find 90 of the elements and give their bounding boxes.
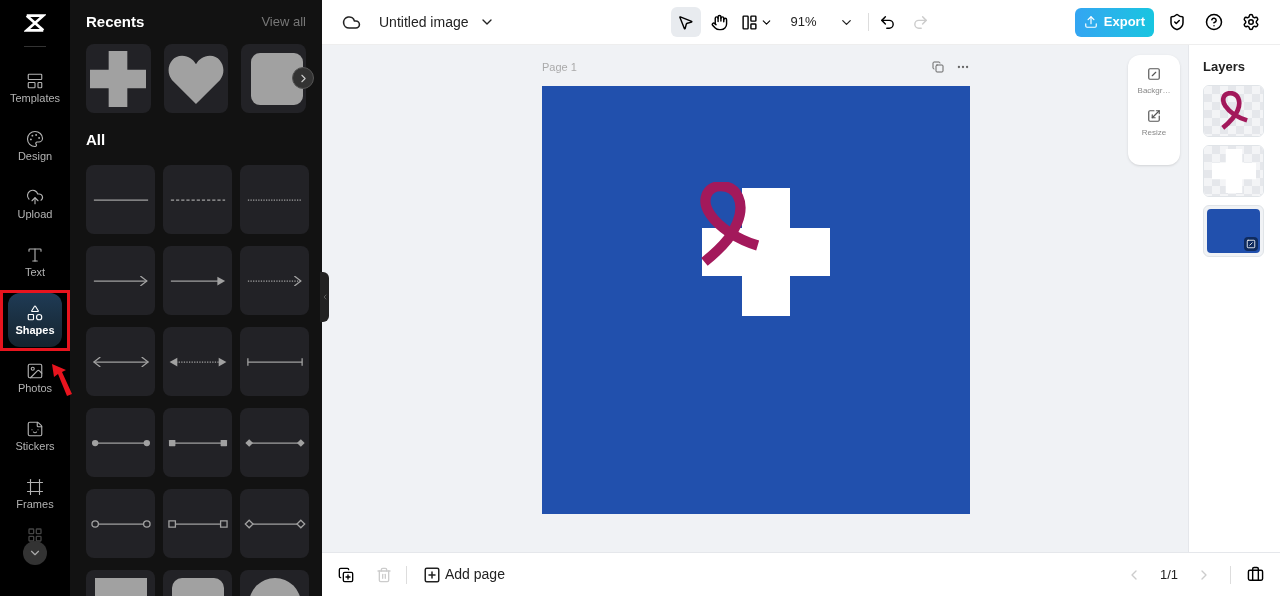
hand-icon: [711, 13, 728, 31]
next-button[interactable]: [292, 67, 314, 89]
text-icon: [26, 246, 44, 264]
add-page-icon: [423, 565, 441, 584]
layer-thumbnail[interactable]: [1203, 84, 1264, 137]
logo-icon: [24, 12, 46, 34]
collapse-handle[interactable]: [320, 272, 329, 322]
sidebar-item[interactable]: Stickers: [8, 409, 62, 463]
shape-tile[interactable]: [240, 489, 309, 558]
zoom-dropdown[interactable]: 91%: [790, 12, 854, 32]
expand-button[interactable]: [23, 541, 47, 565]
shape-tile[interactable]: [86, 408, 155, 477]
title-dropdown[interactable]: Untitled image: [379, 11, 495, 33]
cross-shape: [1211, 148, 1256, 193]
duplicate-icon: [338, 566, 354, 583]
shapes-icon: [26, 304, 44, 322]
cross-shape-icon: [90, 50, 147, 107]
tool-button[interactable]: Backgr…: [1137, 67, 1171, 97]
shape-tile[interactable]: [240, 246, 309, 315]
shape-tile[interactable]: [163, 327, 232, 396]
hatched-square-icon: [1246, 238, 1256, 249]
sidebar-item[interactable]: Frames: [8, 467, 62, 521]
add-page-button[interactable]: Add page: [423, 564, 505, 585]
square-ends-shape-icon: [166, 437, 229, 448]
bag-button[interactable]: [1247, 566, 1264, 583]
annotation-arrow: [50, 362, 74, 398]
layers-title: Layers: [1203, 58, 1246, 76]
sticker-icon: [26, 420, 44, 438]
sidebar-item[interactable]: Text: [8, 235, 62, 289]
tool-button[interactable]: Resize: [1141, 109, 1167, 139]
diamond-ends-shape-icon: [243, 437, 306, 448]
dot-ends-shape-icon: [89, 437, 152, 448]
shape-tile[interactable]: [163, 489, 232, 558]
shield-button[interactable]: [1168, 13, 1186, 31]
shape-tile[interactable]: [240, 408, 309, 477]
layer-thumbnail[interactable]: [1203, 204, 1264, 257]
image-icon: [26, 362, 44, 380]
shape-tile[interactable]: [240, 165, 309, 234]
section-title: All: [86, 129, 106, 150]
ribbon-shape: [1218, 90, 1249, 131]
settings-icon: [1242, 13, 1260, 31]
shape-tile[interactable]: [163, 408, 232, 477]
square-outline-ends-shape-icon: [166, 518, 229, 529]
bag-icon: [1247, 566, 1264, 583]
design-icon: [26, 130, 44, 148]
resize-icon: [1147, 109, 1161, 123]
page-label: Page 1: [542, 60, 577, 75]
copy-icon: [932, 61, 944, 74]
shape-tile[interactable]: [86, 327, 155, 396]
trash-icon: [376, 566, 392, 583]
settings-button[interactable]: [1242, 13, 1260, 31]
shape-tile[interactable]: [86, 246, 155, 315]
shape-tile[interactable]: [163, 44, 229, 113]
undo-icon: [878, 13, 896, 31]
layout-icon: [740, 13, 758, 31]
upload-icon: [26, 188, 44, 206]
page-counter: 1/1: [1159, 565, 1178, 584]
help-icon: [1205, 13, 1223, 31]
shape-tile[interactable]: [163, 165, 232, 234]
sidebar-item[interactable]: Shapes: [8, 293, 62, 347]
frame-icon: [26, 478, 44, 496]
layer-thumbnail[interactable]: [1203, 144, 1264, 197]
help-button[interactable]: [1205, 13, 1223, 31]
highlight-frame: [0, 290, 70, 351]
shape-tile[interactable]: [86, 489, 155, 558]
templates-icon: [26, 72, 44, 90]
view-all-link[interactable]: View all: [261, 12, 306, 32]
hatched-square-icon: [1147, 67, 1161, 81]
diamond-outline-ends-shape-icon: [243, 518, 306, 529]
select-tool-button[interactable]: [670, 7, 701, 37]
shape-tile[interactable]: [241, 44, 306, 113]
shape-tile[interactable]: [240, 327, 309, 396]
shape-tile[interactable]: [86, 44, 151, 113]
redo-icon: [911, 13, 929, 31]
sidebar-item[interactable]: Design: [8, 119, 62, 173]
pointer-icon: [677, 13, 694, 31]
circle-outline-ends-shape-icon: [89, 518, 152, 529]
upload-icon: [1083, 15, 1098, 29]
heart-shape-icon: [168, 53, 224, 104]
undo-button[interactable]: [878, 13, 896, 31]
sidebar-item[interactable]: Photos: [8, 351, 62, 405]
sidebar-item[interactable]: Templates: [8, 61, 62, 115]
sidebar-item[interactable]: Upload: [8, 177, 62, 231]
section-title: Recents: [86, 11, 145, 32]
shape-tile[interactable]: [86, 165, 155, 234]
shape-tile[interactable]: [163, 246, 232, 315]
rounded-square-shape-icon: [250, 52, 303, 105]
duplicate-page-button[interactable]: [338, 566, 354, 583]
grid-icon: [27, 527, 43, 543]
shield-check-icon: [1168, 13, 1186, 31]
